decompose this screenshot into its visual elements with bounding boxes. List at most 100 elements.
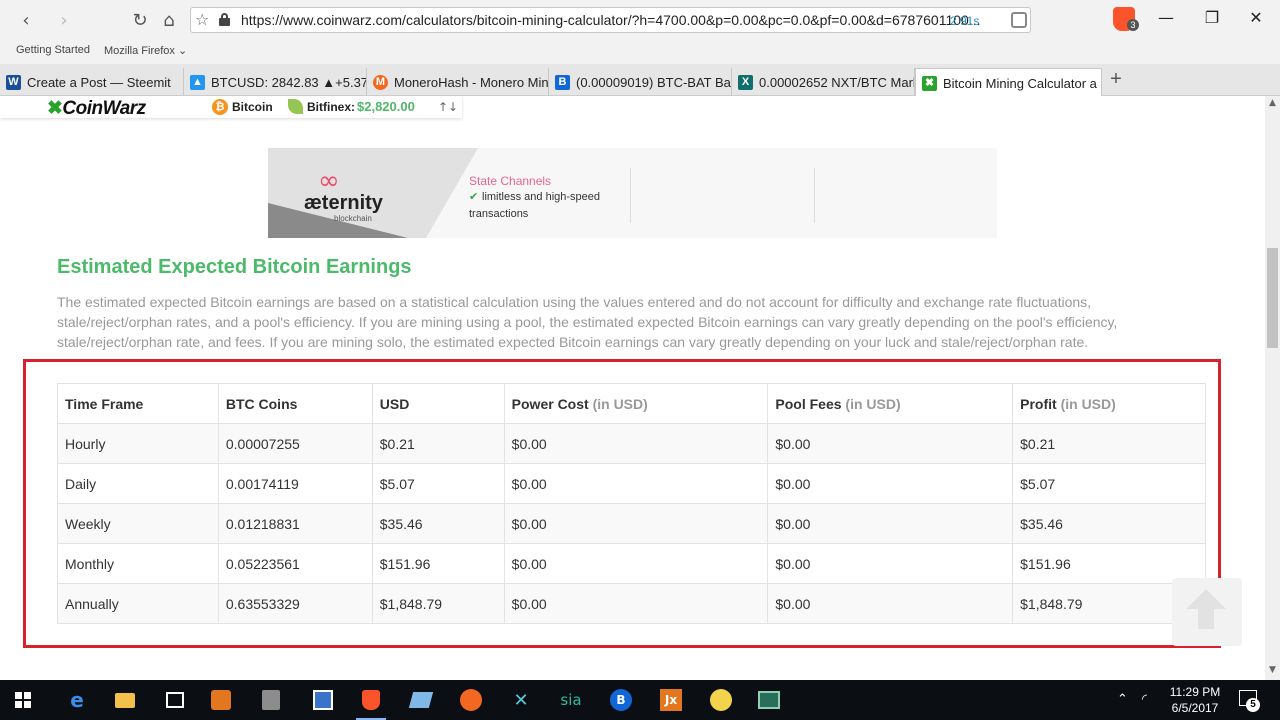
- lock-icon[interactable]: [219, 13, 230, 26]
- coin-label[interactable]: Bitcoin: [232, 100, 273, 114]
- home-icon[interactable]: ⌂: [157, 8, 181, 32]
- header-unit: (in USD): [845, 395, 901, 412]
- url-text[interactable]: https://www.coinwarz.com/calculators/bit…: [241, 12, 980, 28]
- table-row: Hourly 0.00007255 $0.21 $0.00 $0.00 $0.2…: [57, 423, 1206, 464]
- tab-bittrex[interactable]: B (0.00009019) BTC-BAT Basic: [549, 68, 732, 96]
- media-player-icon[interactable]: [206, 686, 236, 714]
- scrollbar-thumb[interactable]: [1267, 248, 1278, 348]
- clock-time: 11:29 PM: [1169, 685, 1221, 699]
- wifi-icon[interactable]: ◜: [1142, 692, 1147, 707]
- bookmark-label: Mozilla Firefox: [104, 45, 175, 57]
- bookmark-star-icon[interactable]: ☆: [195, 10, 209, 29]
- edge-icon[interactable]: e: [62, 686, 92, 714]
- paint-shape: [313, 690, 333, 710]
- scroll-down-icon[interactable]: ▼: [1265, 663, 1280, 678]
- player-shape: [211, 690, 231, 710]
- minimize-icon[interactable]: —: [1154, 8, 1178, 28]
- exchange-label: Bitfinex:: [307, 100, 355, 114]
- brave-badge: 3: [1127, 19, 1139, 31]
- cell-power-cost: $0.00: [503, 463, 769, 504]
- tab-tradingview[interactable]: ▲ BTCUSD: 2842.83 ▲+5.37%: [184, 68, 367, 96]
- smiley-icon[interactable]: [706, 686, 736, 714]
- calculator-icon[interactable]: [256, 686, 286, 714]
- calc-shape: [262, 690, 280, 710]
- ad-brand-sub: blockchain: [334, 214, 372, 223]
- tab-poloniex[interactable]: X 0.00002652 NXT/BTC Mark: [732, 68, 915, 96]
- maximize-icon[interactable]: ❐: [1200, 8, 1224, 28]
- notes-icon[interactable]: [406, 686, 436, 714]
- header-unit: (in USD): [1060, 395, 1116, 412]
- section-description: The estimated expected Bitcoin earnings …: [57, 294, 1118, 350]
- cell-btc-coins: 0.01218831: [217, 503, 373, 544]
- address-bar[interactable]: ☆ https://www.coinwarz.com/calculators/b…: [190, 7, 1031, 33]
- header-profit: Profit (in USD): [1012, 383, 1206, 424]
- cell-pool-fees: $0.00: [767, 463, 1014, 504]
- cell-power-cost: $0.00: [503, 423, 769, 464]
- header-label: USD: [379, 395, 410, 412]
- tab-monerohash[interactable]: M MoneroHash - Monero Min: [367, 68, 549, 96]
- bittrex-icon: B: [555, 75, 570, 90]
- tab-steemit[interactable]: W Create a Post — Steemit: [0, 68, 184, 96]
- tray-chevron-up-icon[interactable]: ⌃: [1117, 692, 1128, 707]
- cell-btc-coins: 0.00174119: [217, 463, 373, 504]
- poloniex-icon: X: [738, 75, 753, 90]
- coinwarz-logo[interactable]: ✖CoinWarz: [47, 97, 146, 120]
- folder-shape: [115, 692, 135, 708]
- table-row: Daily 0.00174119 $5.07 $0.00 $0.00 $5.07: [57, 463, 1206, 504]
- scroll-up-icon[interactable]: ▲: [1265, 96, 1280, 111]
- monero-shape: [460, 689, 482, 711]
- ad-title: State Channels: [469, 174, 552, 188]
- jx-icon[interactable]: Jx: [656, 686, 686, 714]
- poloniex-taskbar-icon[interactable]: ✕: [506, 686, 536, 714]
- forward-icon[interactable]: ›: [52, 8, 76, 32]
- sia-icon[interactable]: sia: [556, 686, 586, 714]
- header-power-cost: Power Cost (in USD): [503, 383, 769, 424]
- header-time-frame: Time Frame: [57, 383, 219, 424]
- bag-shape: [166, 692, 184, 708]
- shield-icon[interactable]: [1011, 12, 1027, 28]
- close-icon[interactable]: ✕: [1244, 8, 1268, 28]
- cell-usd: $0.21: [371, 423, 505, 464]
- site-header: ✖CoinWarz ₿ Bitcoin Bitfinex: $2,820.00 …: [0, 96, 462, 120]
- tab-label: Create a Post — Steemit: [27, 75, 171, 90]
- cell-btc-coins: 0.05223561: [217, 543, 373, 584]
- new-tab-button[interactable]: +: [1106, 68, 1126, 90]
- file-explorer-icon[interactable]: [110, 686, 140, 714]
- cell-profit: $35.46: [1012, 503, 1206, 544]
- header-unit: (in USD): [592, 395, 648, 412]
- tab-label: 0.00002652 NXT/BTC Mark: [759, 75, 915, 90]
- paint-icon[interactable]: [308, 686, 338, 714]
- brave-taskbar-icon[interactable]: [356, 686, 386, 720]
- ad-line-2: transactions: [469, 208, 529, 220]
- ad-divider: [814, 168, 815, 223]
- cell-time-frame: Daily: [57, 463, 219, 504]
- table-row: Weekly 0.01218831 $35.46 $0.00 $0.00 $35…: [57, 503, 1206, 544]
- reload-icon[interactable]: ↻: [128, 8, 152, 32]
- clock-date: 6/5/2017: [1171, 701, 1219, 715]
- notes-shape: [408, 692, 434, 708]
- tab-label: BTCUSD: 2842.83 ▲+5.37%: [211, 75, 367, 90]
- cell-profit: $5.07: [1012, 463, 1206, 504]
- windows-start-icon[interactable]: [15, 692, 31, 708]
- back-icon[interactable]: ‹: [14, 8, 38, 32]
- window-shape: [758, 691, 780, 709]
- page-scrollbar[interactable]: ▲ ▼: [1265, 96, 1280, 680]
- check-icon: ✔: [469, 190, 479, 203]
- tab-coinwarz-active[interactable]: ✖ Bitcoin Mining Calculator a: [915, 68, 1102, 96]
- window-app-icon[interactable]: [754, 686, 784, 714]
- tab-label: MoneroHash - Monero Min: [394, 75, 549, 90]
- taskbar-clock[interactable]: 11:29 PM 6/5/2017: [1163, 684, 1227, 716]
- store-icon[interactable]: [160, 686, 190, 714]
- monero-taskbar-icon[interactable]: [456, 686, 486, 714]
- aeternity-ad-banner[interactable]: ∞ æternity blockchain State Channels ✔ l…: [268, 148, 997, 238]
- cell-usd: $1,848.79: [371, 583, 505, 624]
- cell-pool-fees: $0.00: [767, 543, 1014, 584]
- cell-power-cost: $0.00: [503, 583, 769, 624]
- bittrex-taskbar-icon[interactable]: B: [606, 686, 636, 714]
- browser-toolbar: ‹ › ↻ ⌂ ☆ https://www.coinwarz.com/calcu…: [0, 0, 1280, 40]
- bitcoin-icon: ₿: [212, 99, 228, 115]
- bookmark-getting-started[interactable]: Getting Started: [16, 44, 90, 56]
- cell-pool-fees: $0.00: [767, 423, 1014, 464]
- bookmark-mozilla-firefox[interactable]: Mozilla Firefox ⌄: [104, 44, 187, 57]
- cell-btc-coins: 0.63553329: [217, 583, 373, 624]
